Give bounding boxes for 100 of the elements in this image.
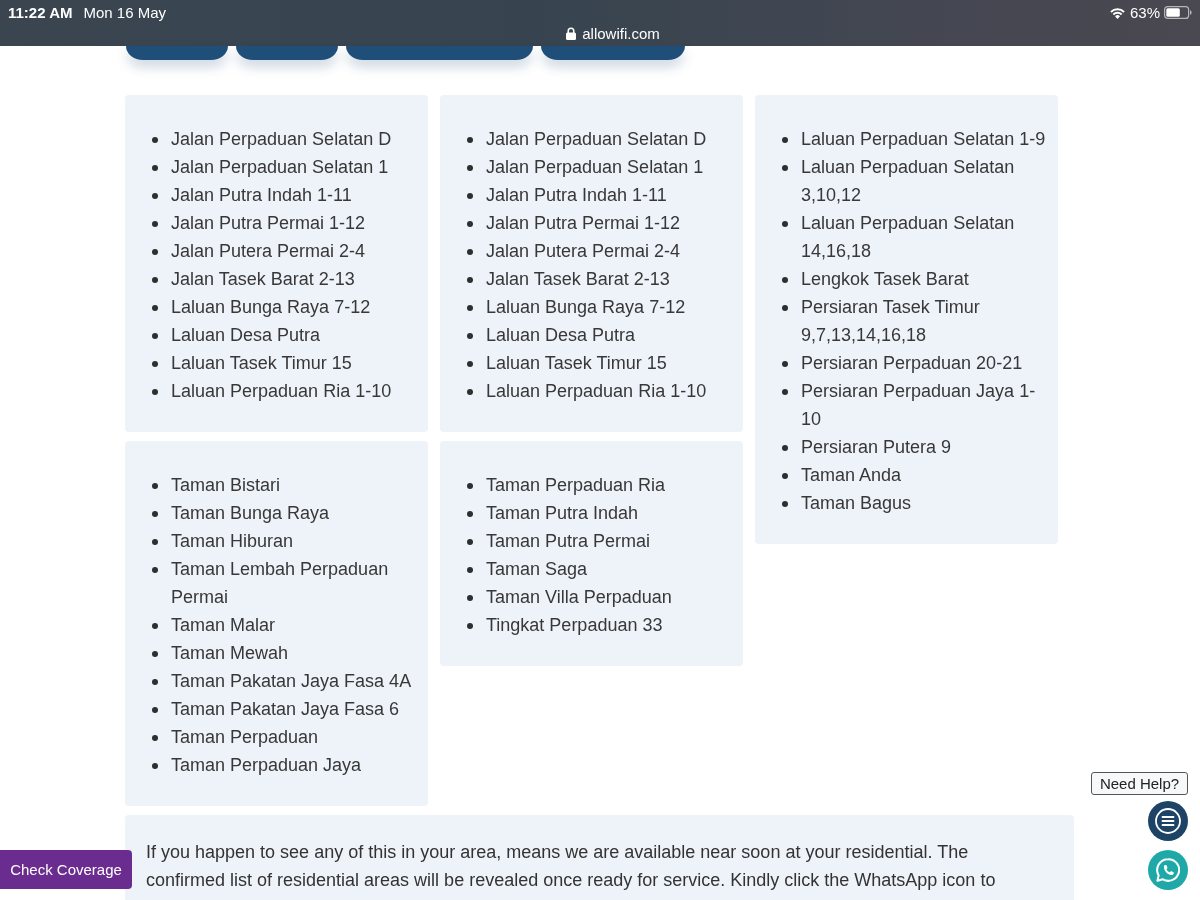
area-name: Taman Bunga Raya [171, 502, 330, 525]
area-name: Jalan Putera Permai 2-4 [486, 240, 681, 263]
bullet-icon [782, 165, 788, 171]
bullet-icon [467, 389, 473, 395]
area-name: Laluan Bunga Raya 7-12 [171, 296, 371, 319]
bullet-icon [152, 651, 158, 657]
bullet-icon [152, 763, 158, 769]
wifi-icon [1108, 5, 1126, 19]
area-name: Taman Perpaduan [171, 726, 319, 749]
bullet-icon [152, 277, 158, 283]
bullet-icon [152, 679, 158, 685]
bullet-icon [152, 735, 158, 741]
bullet-icon [467, 137, 473, 143]
notice-text: If you happen to see any of this in your area, means we are available near soon at your residential. The confirmed list of residential areas will be revealed once ready for service. Kindly click the WhatsApp icon to [146, 841, 997, 892]
check-coverage-button[interactable]: Check Coverage [0, 850, 132, 889]
bullet-icon [152, 707, 158, 713]
area-tab-button[interactable] [346, 46, 533, 60]
area-name: Persiaran Perpaduan 20-21 [801, 352, 1023, 375]
bullet-icon [152, 511, 158, 517]
area-name: Jalan Putra Permai 1-12 [486, 212, 681, 235]
area-tab-button[interactable] [126, 46, 228, 60]
bullet-icon [152, 567, 158, 573]
menu-button[interactable] [1148, 801, 1188, 841]
area-name: Laluan Perpaduan Selatan 14,16,18 [801, 212, 1016, 263]
area-tab-button[interactable] [541, 46, 685, 60]
bullet-icon [152, 305, 158, 311]
area-name: Jalan Perpaduan Selatan 1 [486, 156, 704, 179]
area-name: Laluan Perpaduan Ria 1-10 [486, 380, 707, 403]
battery-percentage: 63% [1129, 3, 1160, 21]
bullet-icon [782, 305, 788, 311]
area-name: Taman Putra Indah [486, 502, 639, 525]
bullet-icon [467, 511, 473, 517]
bullet-icon [467, 483, 473, 489]
bullet-icon [782, 221, 788, 227]
area-name: Taman Perpaduan Ria [486, 474, 666, 497]
area-name: Taman Perpaduan Jaya [171, 754, 362, 777]
bullet-icon [152, 483, 158, 489]
battery-icon [1164, 5, 1192, 19]
area-name: Lengkok Tasek Barat [801, 268, 969, 291]
area-name: Jalan Putra Indah 1-11 [171, 184, 352, 207]
area-name: Taman Bistari [171, 474, 281, 497]
bullet-icon [152, 539, 158, 545]
need-help-button[interactable]: Need Help? [1091, 772, 1188, 795]
bullet-icon [152, 361, 158, 367]
phone-bubble-icon [1156, 858, 1180, 882]
area-name: Taman Pakatan Jaya Fasa 4A [171, 670, 412, 693]
bullet-icon [782, 361, 788, 367]
bullet-icon [467, 277, 473, 283]
bullet-icon [782, 137, 788, 143]
bullet-icon [782, 501, 788, 507]
date-text: Mon 16 May [83, 3, 167, 21]
bullet-icon [467, 305, 473, 311]
area-name: Taman Lembah Perpaduan Permai [171, 558, 390, 609]
area-name: Taman Putra Permai [486, 530, 651, 553]
area-name: Jalan Tasek Barat 2-13 [486, 268, 670, 291]
area-name: Laluan Perpaduan Selatan 3,10,12 [801, 156, 1016, 207]
area-name: Taman Villa Perpaduan [486, 586, 672, 609]
bullet-icon [467, 623, 473, 629]
area-name: Jalan Perpaduan Selatan 1 [171, 156, 389, 179]
area-name: Taman Pakatan Jaya Fasa 6 [171, 698, 400, 721]
area-name: Taman Anda [801, 464, 902, 487]
bullet-icon [782, 445, 788, 451]
bullet-icon [782, 277, 788, 283]
bullet-icon [152, 623, 158, 629]
bullet-icon [467, 361, 473, 367]
bullet-icon [467, 595, 473, 601]
area-name: Persiaran Putera 9 [801, 436, 952, 459]
bullet-icon [467, 567, 473, 573]
bullet-icon [782, 389, 788, 395]
bullet-icon [152, 333, 158, 339]
menu-icon [1155, 808, 1181, 834]
bullet-icon [467, 539, 473, 545]
area-tab-button[interactable] [236, 46, 338, 60]
area-name: Taman Malar [171, 614, 276, 637]
chat-button[interactable] [1148, 850, 1188, 890]
area-name: Jalan Tasek Barat 2-13 [171, 268, 355, 291]
area-name: Jalan Putra Indah 1-11 [486, 184, 667, 207]
area-name: Jalan Putera Permai 2-4 [171, 240, 366, 263]
area-name: Taman Saga [486, 558, 588, 581]
bullet-icon [152, 221, 158, 227]
bullet-icon [467, 193, 473, 199]
area-name: Laluan Bunga Raya 7-12 [486, 296, 686, 319]
area-name: Jalan Putra Permai 1-12 [171, 212, 366, 235]
area-name: Taman Hiburan [171, 530, 294, 553]
area-name: Laluan Tasek Timur 15 [486, 352, 667, 375]
bullet-icon [467, 221, 473, 227]
bullet-icon [152, 165, 158, 171]
url-text[interactable]: allowifi.com [582, 24, 660, 42]
area-name: Taman Mewah [171, 642, 289, 665]
area-name: Persiaran Perpaduan Jaya 1-10 [801, 380, 1037, 431]
lock-icon [566, 26, 577, 40]
area-name: Jalan Perpaduan Selatan D [171, 128, 392, 151]
bullet-icon [467, 249, 473, 255]
bullet-icon [152, 193, 158, 199]
area-name: Jalan Perpaduan Selatan D [486, 128, 707, 151]
clock-time: 11:22 AM [8, 3, 73, 21]
bullet-icon [152, 249, 158, 255]
area-name: Persiaran Tasek Timur 9,7,13,14,16,18 [801, 296, 981, 347]
bullet-icon [782, 473, 788, 479]
area-name: Taman Bagus [801, 492, 912, 515]
